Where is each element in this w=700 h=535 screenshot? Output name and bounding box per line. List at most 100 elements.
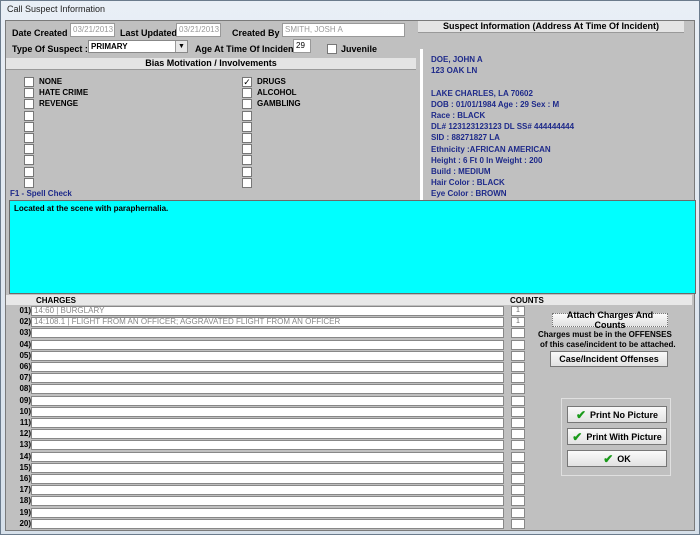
count-field[interactable]: 1 <box>511 306 525 316</box>
ok-label: OK <box>617 453 631 464</box>
charge-field[interactable] <box>31 328 504 339</box>
charge-field[interactable] <box>31 451 504 462</box>
suspect-info-line: Build : MEDIUM <box>431 167 491 176</box>
case-incident-offenses-label: Case/Incident Offenses <box>559 354 659 364</box>
suspect-info-line: DOB : 01/01/1984 Age : 29 Sex : M <box>431 99 560 109</box>
count-field[interactable] <box>511 362 525 372</box>
bias-checkbox[interactable] <box>24 88 34 99</box>
count-field[interactable] <box>511 406 525 417</box>
bias-checkbox[interactable] <box>24 166 34 177</box>
bias-checkbox[interactable] <box>242 88 252 99</box>
age-at-incident-label: Age At Time Of Incident : <box>195 44 303 54</box>
juvenile-label: Juvenile <box>341 44 378 54</box>
charges-header: CHARGES <box>36 296 77 305</box>
charge-row-number: 19) <box>19 507 31 517</box>
charge-field[interactable] <box>31 406 504 417</box>
count-field[interactable] <box>511 474 525 484</box>
charge-row-number: 05) <box>19 350 31 360</box>
charge-field[interactable] <box>31 485 504 496</box>
charge-field[interactable] <box>31 395 504 406</box>
charge-field[interactable] <box>31 350 504 361</box>
type-of-suspect-value: PRIMARY <box>91 42 128 51</box>
attach-charges-button[interactable]: Attach Charges And Counts <box>552 310 668 330</box>
count-field[interactable] <box>511 373 525 384</box>
charges-note-line2: of this case/incident to be attached. <box>540 340 676 349</box>
charge-field[interactable]: 14:108.1 | FLIGHT FROM AN OFFICER; AGGRA… <box>31 317 504 328</box>
last-updated-label: Last Updated : <box>120 28 183 38</box>
bias-option-label: DRUGS <box>257 77 286 86</box>
charge-field[interactable] <box>31 384 504 395</box>
count-field[interactable] <box>511 462 525 473</box>
bias-checkbox[interactable] <box>242 177 252 188</box>
dialog-client: Date Created : 03/21/2013 Last Updated :… <box>5 20 696 531</box>
count-field[interactable] <box>511 328 525 339</box>
bias-checkbox[interactable] <box>242 99 252 110</box>
charge-field[interactable] <box>31 429 504 440</box>
print-no-picture-label: Print No Picture <box>590 409 659 420</box>
bias-checkbox[interactable] <box>24 77 34 87</box>
type-of-suspect-select[interactable]: PRIMARY ▼ <box>88 40 188 53</box>
count-field[interactable] <box>511 485 525 496</box>
suspect-info-panel: DOE, JOHN A 123 OAK LN LAKE CHARLES, LA 70… <box>420 49 682 216</box>
charge-field[interactable] <box>31 362 504 372</box>
bias-checkbox[interactable]: ✓ <box>242 77 252 87</box>
bias-checkbox[interactable] <box>24 99 34 110</box>
charge-field[interactable] <box>31 518 504 529</box>
age-at-incident-field[interactable]: 29 <box>293 39 311 53</box>
charge-field[interactable] <box>31 496 504 507</box>
narrative-text: Located at the scene with paraphernalia. <box>14 204 169 213</box>
count-field[interactable] <box>511 518 525 529</box>
date-created-field[interactable]: 03/21/2013 <box>70 23 115 37</box>
charge-field[interactable] <box>31 474 504 484</box>
bias-checkbox[interactable] <box>242 121 252 132</box>
chevron-down-icon[interactable]: ▼ <box>175 41 187 52</box>
bias-checkbox[interactable] <box>24 121 34 132</box>
count-field[interactable] <box>511 418 525 428</box>
bias-checkbox[interactable] <box>24 177 34 188</box>
charge-row-number: 11) <box>19 418 31 427</box>
print-with-picture-button[interactable]: ✔ Print With Picture <box>567 428 667 445</box>
checkmark-icon: ✔ <box>603 451 614 466</box>
charge-field[interactable] <box>31 507 504 518</box>
charge-field[interactable]: 14:60 | BURGLARY <box>31 306 504 316</box>
charge-field[interactable] <box>31 440 504 451</box>
charge-row-number: 06) <box>19 362 31 371</box>
charge-row-number: 14) <box>19 451 31 461</box>
count-field[interactable] <box>511 507 525 518</box>
bias-checkbox[interactable] <box>242 166 252 177</box>
bias-checkbox[interactable] <box>242 133 252 143</box>
charge-field[interactable] <box>31 373 504 384</box>
juvenile-checkbox[interactable] <box>327 44 337 54</box>
bias-checkbox[interactable] <box>24 110 34 121</box>
case-incident-offenses-button[interactable]: Case/Incident Offenses <box>550 351 668 367</box>
bias-checkbox[interactable] <box>24 133 34 143</box>
created-by-field[interactable]: SMITH, JOSH A <box>282 23 405 37</box>
count-field[interactable] <box>511 339 525 350</box>
count-field[interactable] <box>511 496 525 507</box>
counts-header: COUNTS <box>510 296 544 305</box>
charge-field[interactable] <box>31 462 504 473</box>
count-field[interactable] <box>511 395 525 406</box>
charge-field[interactable] <box>31 339 504 350</box>
print-no-picture-button[interactable]: ✔ Print No Picture <box>567 406 667 423</box>
charge-row-number: 04) <box>19 339 31 349</box>
last-updated-field[interactable]: 03/21/2013 <box>176 23 221 37</box>
bias-checkbox[interactable] <box>242 144 252 155</box>
charge-row-number: 15) <box>19 462 31 472</box>
suspect-info-title: Suspect Information (Address At Time Of … <box>418 21 684 33</box>
charge-row-number: 10) <box>19 406 31 416</box>
bias-checkbox[interactable] <box>24 155 34 166</box>
count-field[interactable] <box>511 451 525 462</box>
count-field[interactable] <box>511 384 525 395</box>
count-field[interactable] <box>511 429 525 440</box>
charge-field[interactable] <box>31 418 504 428</box>
narrative-textarea[interactable]: Located at the scene with paraphernalia. <box>9 200 696 294</box>
charge-row-number: 12) <box>19 429 31 439</box>
count-field[interactable] <box>511 350 525 361</box>
bias-checkbox[interactable] <box>242 110 252 121</box>
count-field[interactable] <box>511 440 525 451</box>
bias-checkbox[interactable] <box>24 144 34 155</box>
ok-button[interactable]: ✔ OK <box>567 450 667 467</box>
bias-checkbox[interactable] <box>242 155 252 166</box>
count-field[interactable]: 1 <box>511 317 525 328</box>
